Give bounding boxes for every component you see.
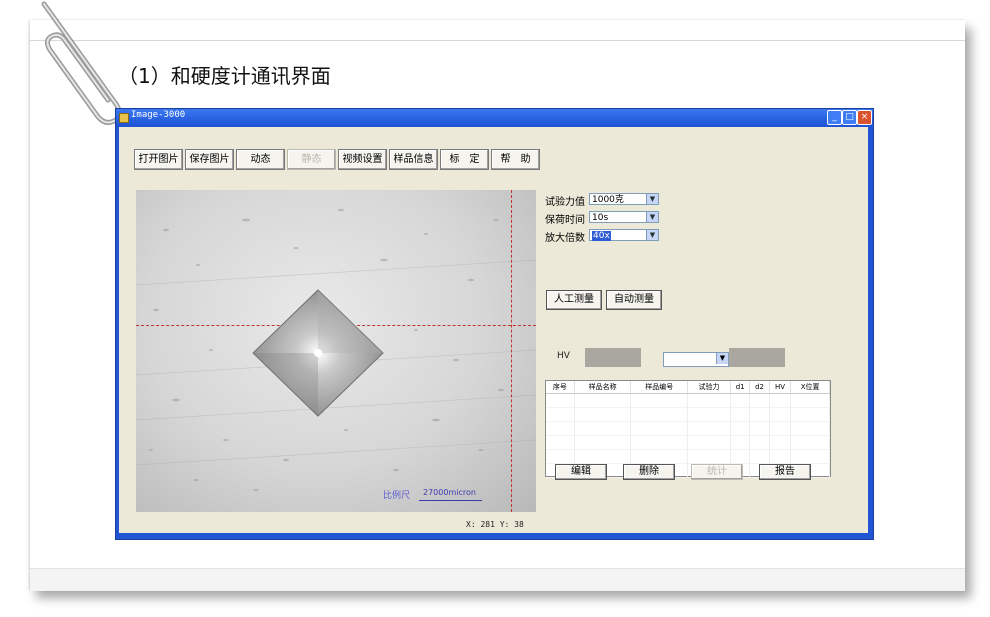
- app-icon: [119, 113, 129, 123]
- header-rule: [30, 40, 965, 41]
- column-header[interactable]: d2: [749, 381, 770, 394]
- column-header[interactable]: X位置: [790, 381, 830, 394]
- hv-scale-select[interactable]: ▼: [663, 352, 729, 367]
- sample-info-button[interactable]: 样品信息: [389, 149, 438, 170]
- indentation-mark: [252, 289, 384, 417]
- crosshair-vertical: [511, 190, 512, 512]
- column-header[interactable]: 样品编号: [630, 381, 689, 394]
- title-bar: Image-3000 _ □ ×: [116, 109, 873, 126]
- scale-label: 比例尺: [383, 491, 411, 501]
- column-header[interactable]: 序号: [546, 381, 575, 394]
- magnification-label: 放大倍数: [545, 233, 585, 244]
- delete-button[interactable]: 删除: [623, 464, 675, 480]
- column-header[interactable]: HV: [769, 381, 792, 394]
- edit-button[interactable]: 编辑: [555, 464, 607, 480]
- chevron-down-icon[interactable]: ▼: [646, 230, 658, 240]
- chevron-down-icon[interactable]: ▼: [646, 212, 658, 222]
- results-table[interactable]: 序号 样品名称 样品编号 试验力 d1 d2 HV X位置: [545, 380, 831, 478]
- table-row[interactable]: [546, 421, 830, 436]
- magnification-value: 40x: [592, 231, 611, 241]
- table-row[interactable]: [546, 435, 830, 450]
- page-heading: （1）和硬度计通讯界面: [118, 64, 331, 88]
- column-header[interactable]: 样品名称: [574, 381, 632, 394]
- footer-band: [30, 568, 965, 591]
- force-label: 试验力值: [545, 197, 585, 208]
- table-header-row: 序号 样品名称 样品编号 试验力 d1 d2 HV X位置: [546, 381, 830, 394]
- scale-bar: [419, 500, 482, 501]
- calibrate-button[interactable]: 标 定: [440, 149, 489, 170]
- hv-label: HV: [557, 351, 570, 361]
- column-header[interactable]: 试验力: [687, 381, 732, 394]
- video-settings-button[interactable]: 视频设置: [338, 149, 387, 170]
- live-button[interactable]: 动态: [236, 149, 285, 170]
- app-window: Image-3000 _ □ × 打开图片 保存图片 动态 静态 视频设置 样品…: [115, 108, 874, 540]
- auto-measure-button[interactable]: 自动测量: [606, 290, 662, 310]
- help-button[interactable]: 帮 助: [491, 149, 540, 170]
- table-row[interactable]: [546, 393, 830, 408]
- window-client: 打开图片 保存图片 动态 静态 视频设置 样品信息 标 定 帮 助 比例尺 27…: [119, 127, 868, 533]
- dwell-label: 保荷时间: [545, 215, 585, 226]
- table-row[interactable]: [546, 449, 830, 464]
- dwell-select[interactable]: 10s ▼: [589, 211, 659, 223]
- stats-button[interactable]: 统计: [691, 464, 743, 480]
- hv-result-box: [729, 348, 785, 367]
- maximize-icon[interactable]: □: [842, 110, 857, 125]
- save-image-button[interactable]: 保存图片: [185, 149, 234, 170]
- column-header[interactable]: d1: [730, 381, 751, 394]
- manual-measure-button[interactable]: 人工测量: [546, 290, 602, 310]
- window-title: Image-3000: [131, 110, 186, 120]
- force-select[interactable]: 1000克 ▼: [589, 193, 659, 205]
- hv-value-box: [585, 348, 641, 367]
- dwell-value: 10s: [592, 213, 609, 223]
- open-image-button[interactable]: 打开图片: [134, 149, 183, 170]
- close-icon[interactable]: ×: [857, 110, 872, 125]
- scale-value: 27000micron: [423, 488, 476, 497]
- freeze-button[interactable]: 静态: [287, 149, 336, 170]
- cursor-coordinates: X: 281 Y: 38: [466, 520, 524, 529]
- chevron-down-icon[interactable]: ▼: [716, 353, 728, 364]
- force-value: 1000克: [592, 195, 624, 205]
- magnification-select[interactable]: 40x ▼: [589, 229, 659, 241]
- report-button[interactable]: 报告: [759, 464, 811, 480]
- microscope-image[interactable]: 比例尺 27000micron: [136, 190, 536, 512]
- chevron-down-icon[interactable]: ▼: [646, 194, 658, 204]
- minimize-icon[interactable]: _: [827, 110, 842, 125]
- table-row[interactable]: [546, 407, 830, 422]
